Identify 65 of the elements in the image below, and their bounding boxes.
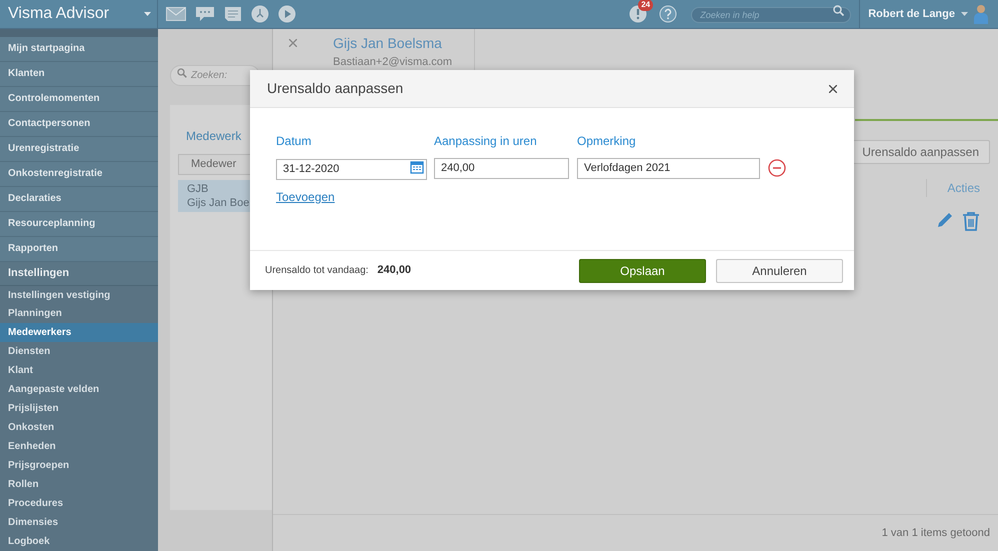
sidebar-item[interactable]: Urenregistratie bbox=[0, 136, 158, 162]
sidebar-item[interactable]: Eenheden bbox=[0, 437, 158, 456]
app-title: Visma Advisor bbox=[8, 4, 110, 24]
sidebar-item[interactable]: Instellingen vestiging bbox=[0, 286, 158, 304]
search-field[interactable]: Zoeken: bbox=[170, 65, 260, 86]
employee-name: Gijs Jan Boelsma bbox=[333, 34, 443, 53]
close-icon[interactable] bbox=[829, 84, 837, 92]
caret-icon[interactable] bbox=[961, 12, 968, 16]
items-count: 1 van 1 items getoond bbox=[882, 526, 990, 541]
balance-label: Urensaldo tot vandaag: bbox=[265, 264, 368, 278]
sidebar-item[interactable]: Mijn startpagina bbox=[0, 37, 158, 62]
sidebar-item[interactable]: Klanten bbox=[0, 62, 158, 87]
column-label: Opmerking bbox=[577, 133, 636, 150]
row-text: Gijs Jan Boe bbox=[187, 196, 250, 210]
sidebar-item[interactable]: Planningen bbox=[0, 304, 158, 324]
remove-icon[interactable] bbox=[768, 159, 786, 177]
cancel-button[interactable]: Annuleren bbox=[716, 258, 843, 282]
balance-value: 240,00 bbox=[377, 263, 412, 278]
mail-icon[interactable] bbox=[166, 7, 186, 21]
sidebar-item[interactable]: Diensten bbox=[0, 342, 158, 362]
urensaldo-button[interactable]: Urensaldo aanpassen bbox=[851, 140, 990, 164]
sidebar-item[interactable]: Contactpersonen bbox=[0, 112, 158, 137]
play-icon[interactable] bbox=[278, 5, 296, 23]
sidebar-item[interactable]: Prijslijsten bbox=[0, 399, 158, 418]
sidebar-item[interactable]: Logboek bbox=[0, 532, 158, 551]
column-header: Acties bbox=[947, 180, 980, 197]
calendar-icon[interactable] bbox=[410, 160, 424, 174]
sidebar-item[interactable]: Rollen bbox=[0, 475, 158, 494]
sidebar-item[interactable]: Onkostenregistratie bbox=[0, 162, 158, 187]
sidebar-item[interactable]: Rapporten bbox=[0, 236, 158, 262]
sidebar-item[interactable]: Klant bbox=[0, 361, 158, 380]
trash-icon[interactable] bbox=[962, 211, 980, 231]
help-search-field[interactable]: Zoeken in help bbox=[691, 7, 852, 23]
caret-icon[interactable] bbox=[144, 12, 151, 16]
sidebar-item[interactable]: Medewerkers bbox=[0, 323, 158, 342]
sidebar-item[interactable]: Prijsgroepen bbox=[0, 456, 158, 476]
pencil-icon[interactable] bbox=[936, 211, 954, 229]
chat-icon[interactable] bbox=[195, 6, 215, 22]
sidebar-item[interactable]: Procedures bbox=[0, 494, 158, 514]
sidebar-item[interactable]: Resourceplanning bbox=[0, 212, 158, 237]
user-icon[interactable] bbox=[974, 4, 988, 24]
hours-field[interactable]: 240,00 bbox=[434, 158, 569, 178]
search-icon bbox=[177, 68, 187, 78]
note-icon[interactable] bbox=[224, 6, 242, 22]
add-link[interactable]: Toevoegen bbox=[276, 188, 335, 206]
save-button[interactable]: Opslaan bbox=[579, 258, 706, 282]
remark-field[interactable]: Verlofdagen 2021 bbox=[577, 158, 760, 178]
date-field[interactable]: 31-12-2020 bbox=[276, 158, 427, 180]
column-label: Datum bbox=[276, 133, 312, 150]
column-label: Aanpassing in uren bbox=[434, 133, 538, 150]
row-text: GJB bbox=[187, 182, 210, 196]
search-icon bbox=[833, 5, 844, 16]
sidebar-item[interactable]: Onkosten bbox=[0, 418, 158, 438]
list-title: Medewerk bbox=[186, 128, 242, 145]
sidebar-item[interactable]: Declaraties bbox=[0, 186, 158, 212]
user-name[interactable]: Robert de Lange bbox=[868, 6, 955, 22]
clock-icon[interactable] bbox=[251, 5, 269, 23]
sidebar-item[interactable]: Instellingen bbox=[0, 262, 158, 286]
help-icon[interactable] bbox=[659, 5, 678, 23]
dialog-title: Urensaldo aanpassen bbox=[267, 79, 404, 98]
employee-email: Bastiaan+2@visma.com bbox=[333, 56, 454, 69]
sidebar-item[interactable]: Controlemomenten bbox=[0, 86, 158, 112]
sidebar-item[interactable]: Aangepaste velden bbox=[0, 380, 158, 400]
sidebar-item[interactable]: Dimensies bbox=[0, 513, 158, 532]
notification-badge: 24 bbox=[638, 0, 654, 11]
